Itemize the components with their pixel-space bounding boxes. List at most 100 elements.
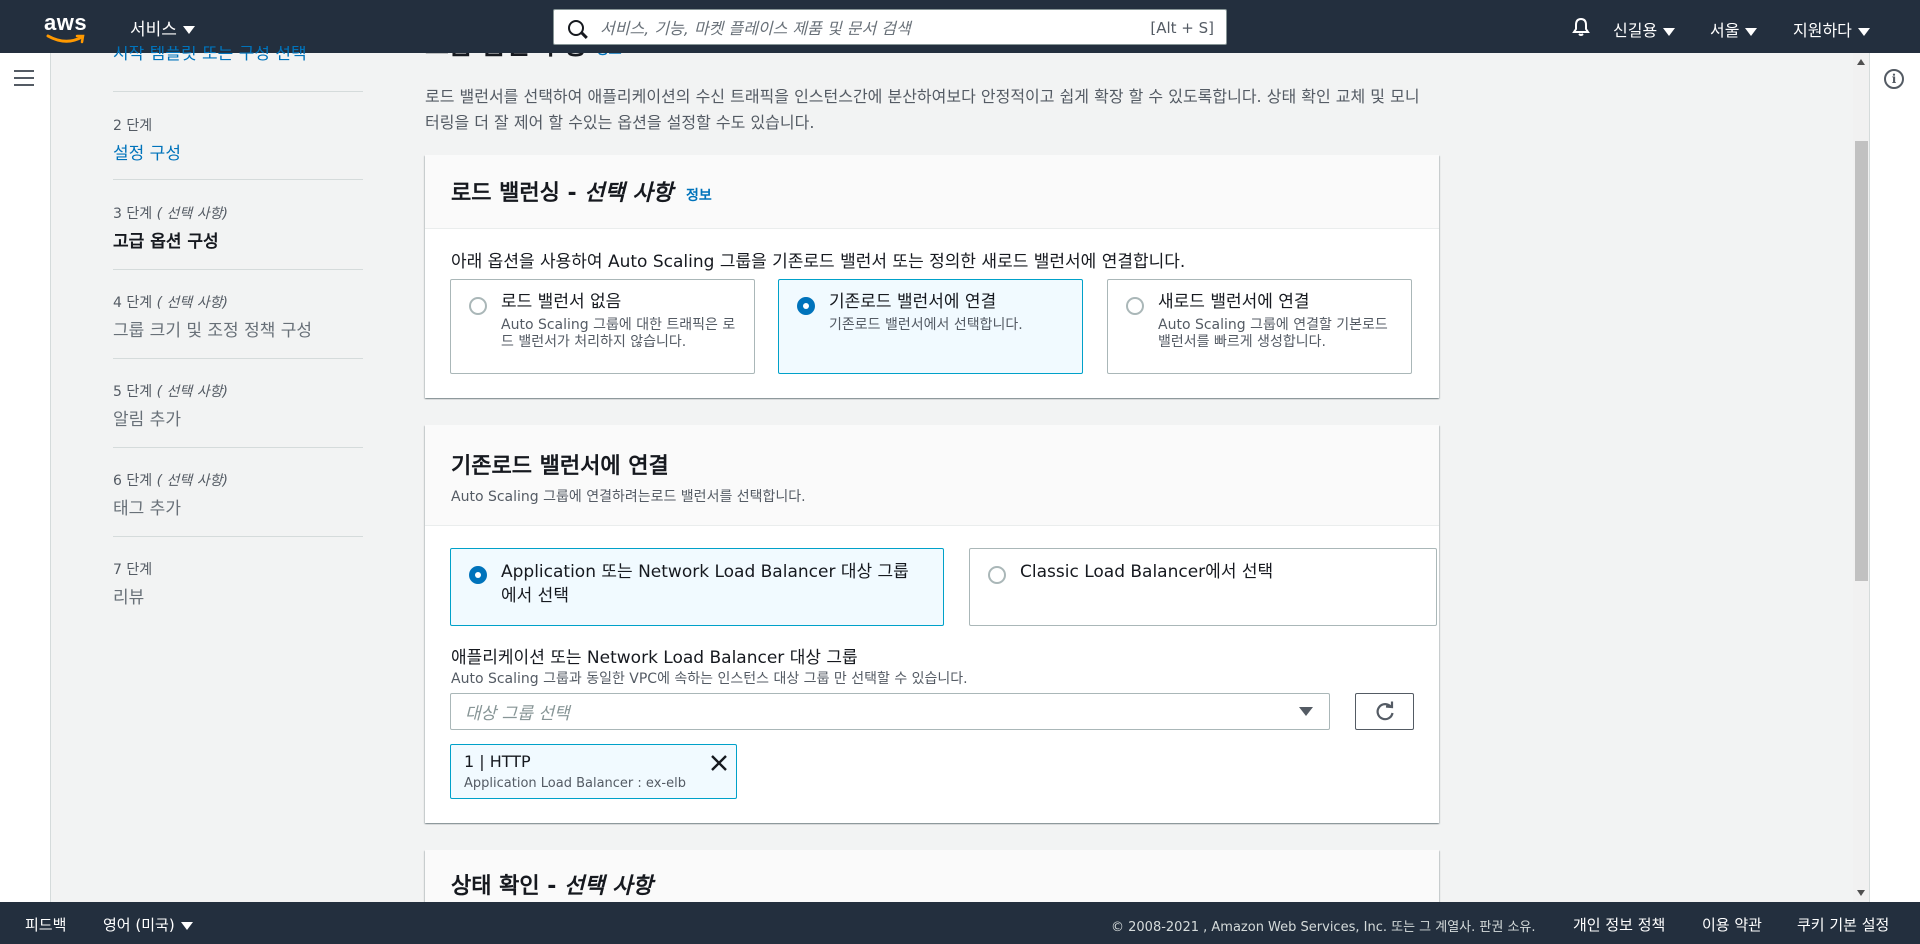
radio-new-load-balancer[interactable] — [1126, 297, 1144, 315]
close-icon[interactable] — [710, 754, 728, 772]
right-rail: i — [1869, 53, 1920, 902]
page-heading-info-link[interactable]: 정보 — [596, 53, 622, 58]
services-menu[interactable]: 서비스 — [130, 15, 195, 40]
attach-existing-subtitle: Auto Scaling 그룹에 연결하려는로드 밸런서를 선택합니다. — [451, 489, 806, 505]
step-2[interactable]: 2 단계 설정 구성 — [113, 115, 363, 164]
health-check-title: 상태 확인 - 선택 사항 — [451, 874, 653, 899]
step-6-optional: ( 선택 사항) — [156, 473, 228, 489]
services-label: 서비스 — [130, 20, 177, 40]
load-balancing-card: 로드 밸런싱 - 선택 사항 정보 아래 옵션을 사용하여 Auto Scali… — [425, 155, 1439, 398]
option-existing-load-balancer-desc: 기존로드 밸런서에서 선택합니다. — [829, 317, 1023, 333]
step-3-title: 고급 옵션 구성 — [113, 232, 219, 252]
option-target-group-label: Application 또는 Network Load Balancer 대상 … — [501, 562, 909, 606]
step-7-number: 7 단계 — [113, 562, 153, 578]
scrollbar[interactable] — [1853, 53, 1870, 902]
step-7: 7 단계 리뷰 — [113, 559, 363, 608]
aws-smile-icon — [46, 34, 85, 44]
radio-target-group[interactable] — [469, 566, 487, 584]
step-5-number: 5 단계 — [113, 384, 153, 400]
caret-down-icon — [1299, 707, 1313, 716]
step-6-title: 태그 추가 — [113, 499, 181, 519]
option-existing-load-balancer[interactable]: 기존로드 밸런서에 연결 기존로드 밸런서에서 선택합니다. — [778, 279, 1083, 374]
step-3-number: 3 단계 — [113, 206, 153, 222]
attach-existing-header: 기존로드 밸런서에 연결 Auto Scaling 그룹에 연결하려는로드 밸런… — [425, 425, 1439, 526]
step-divider — [113, 447, 363, 448]
feedback-link[interactable]: 피드백 — [25, 914, 66, 935]
bell-icon[interactable] — [1571, 17, 1591, 37]
copyright: © 2008-2021 , Amazon Web Services, Inc. … — [1111, 920, 1536, 935]
terms-link[interactable]: 이용 약관 — [1702, 914, 1762, 935]
caret-down-icon — [1745, 27, 1758, 36]
step-6: 6 단계 ( 선택 사항) 태그 추가 — [113, 470, 363, 519]
info-panel-icon[interactable]: i — [1884, 69, 1904, 89]
load-balancing-info-link[interactable]: 정보 — [686, 188, 712, 204]
token-desc: Application Load Balancer : ex-elb — [464, 776, 686, 791]
token-title: 1 | HTTP — [464, 752, 531, 771]
step-4-number: 4 단계 — [113, 295, 153, 311]
option-new-load-balancer-desc: Auto Scaling 그룹에 연결할 기본로드 밸런서를 빠르게 생성합니다… — [1158, 317, 1388, 350]
step-3-optional: ( 선택 사항) — [156, 206, 228, 222]
page-description: 로드 밸런서를 선택하여 애플리케이션의 수신 트래픽을 인스턴스간에 분산하여… — [425, 87, 1420, 132]
footer: 피드백 영어 (미국) © 2008-2021 , Amazon Web Ser… — [0, 902, 1920, 944]
cookies-link[interactable]: 쿠키 기본 설정 — [1797, 914, 1889, 935]
region-menu[interactable]: 서울 — [1710, 17, 1758, 41]
step-1-title[interactable]: 시작 템플릿 또는 구성 선택 — [113, 46, 363, 62]
user-menu[interactable]: 신길용 — [1613, 17, 1676, 41]
step-divider — [113, 358, 363, 359]
page-heading-text: 고급 옵션 구성 — [425, 53, 587, 61]
load-balancing-header: 로드 밸런싱 - 선택 사항 정보 — [425, 155, 1439, 229]
load-balancing-description: 아래 옵션을 사용하여 Auto Scaling 그룹을 기존로드 밸런서 또는… — [451, 252, 1186, 272]
attach-existing-card: 기존로드 밸런서에 연결 Auto Scaling 그룹에 연결하려는로드 밸런… — [425, 425, 1439, 823]
step-5-title: 알림 추가 — [113, 410, 181, 430]
page-heading: 고급 옵션 구성 정보 — [425, 53, 621, 60]
step-divider — [113, 269, 363, 270]
step-1[interactable]: 시작 템플릿 또는 구성 선택 — [113, 46, 363, 62]
step-2-number: 2 단계 — [113, 118, 153, 134]
search-box[interactable]: [Alt + S] — [553, 9, 1227, 46]
target-group-field-desc: Auto Scaling 그룹과 동일한 VPC에 속하는 인스턴스 대상 그룹… — [451, 671, 968, 687]
step-2-title[interactable]: 설정 구성 — [113, 139, 363, 164]
menu-icon[interactable] — [14, 70, 34, 86]
scroll-up-arrow-icon[interactable] — [1857, 59, 1865, 65]
privacy-link[interactable]: 개인 정보 정책 — [1573, 914, 1665, 935]
selected-target-group-token: 1 | HTTP Application Load Balancer : ex-… — [450, 744, 737, 799]
aws-logo-text: aws — [44, 10, 88, 35]
scroll-down-arrow-icon[interactable] — [1857, 890, 1865, 896]
option-existing-load-balancer-label: 기존로드 밸런서에 연결 — [829, 292, 997, 312]
option-classic-load-balancer[interactable]: Classic Load Balancer에서 선택 — [969, 548, 1437, 626]
step-4-title: 그룹 크기 및 조정 정책 구성 — [113, 321, 313, 341]
caret-down-icon — [182, 26, 195, 34]
load-balancing-title: 로드 밸런싱 - 선택 사항 — [451, 181, 673, 206]
step-4: 4 단계 ( 선택 사항) 그룹 크기 및 조정 정책 구성 — [113, 292, 363, 341]
scroll-thumb[interactable] — [1855, 141, 1868, 581]
user-name: 신길용 — [1613, 21, 1658, 40]
step-3: 3 단계 ( 선택 사항) 고급 옵션 구성 — [113, 203, 363, 252]
radio-no-load-balancer[interactable] — [469, 297, 487, 315]
aws-logo[interactable]: aws — [44, 12, 90, 44]
radio-existing-load-balancer[interactable] — [797, 297, 815, 315]
option-new-load-balancer[interactable]: 새로드 밸런서에 연결 Auto Scaling 그룹에 연결할 기본로드 밸런… — [1107, 279, 1412, 374]
step-5: 5 단계 ( 선택 사항) 알림 추가 — [113, 381, 363, 430]
left-rail — [0, 53, 51, 902]
caret-down-icon — [1857, 27, 1870, 36]
radio-classic-load-balancer[interactable] — [988, 566, 1006, 584]
language-label: 영어 (미국) — [103, 916, 175, 934]
step-5-optional: ( 선택 사항) — [156, 384, 228, 400]
support-menu[interactable]: 지원하다 — [1793, 17, 1870, 41]
page-heading-clip: 고급 옵션 구성 정보 — [425, 53, 1439, 63]
step-4-optional: ( 선택 사항) — [156, 295, 228, 311]
option-new-load-balancer-label: 새로드 밸런서에 연결 — [1158, 292, 1310, 312]
option-target-group[interactable]: Application 또는 Network Load Balancer 대상 … — [450, 548, 944, 626]
refresh-button[interactable] — [1355, 693, 1414, 730]
step-divider — [113, 536, 363, 537]
target-group-field-label: 애플리케이션 또는 Network Load Balancer 대상 그룹 — [451, 648, 858, 668]
search-input[interactable] — [598, 10, 1102, 46]
support-label: 지원하다 — [1793, 21, 1852, 40]
language-selector[interactable]: 영어 (미국) — [103, 914, 193, 935]
step-7-title: 리뷰 — [113, 588, 145, 608]
region-name: 서울 — [1710, 21, 1740, 40]
option-no-load-balancer-desc: Auto Scaling 그룹에 대한 트래픽은 로드 밸런서가 처리하지 않습… — [501, 317, 736, 350]
step-divider — [113, 179, 363, 180]
target-group-select[interactable]: 대상 그룹 선택 — [450, 693, 1330, 730]
option-no-load-balancer[interactable]: 로드 밸런서 없음 Auto Scaling 그룹에 대한 트래픽은 로드 밸런… — [450, 279, 755, 374]
